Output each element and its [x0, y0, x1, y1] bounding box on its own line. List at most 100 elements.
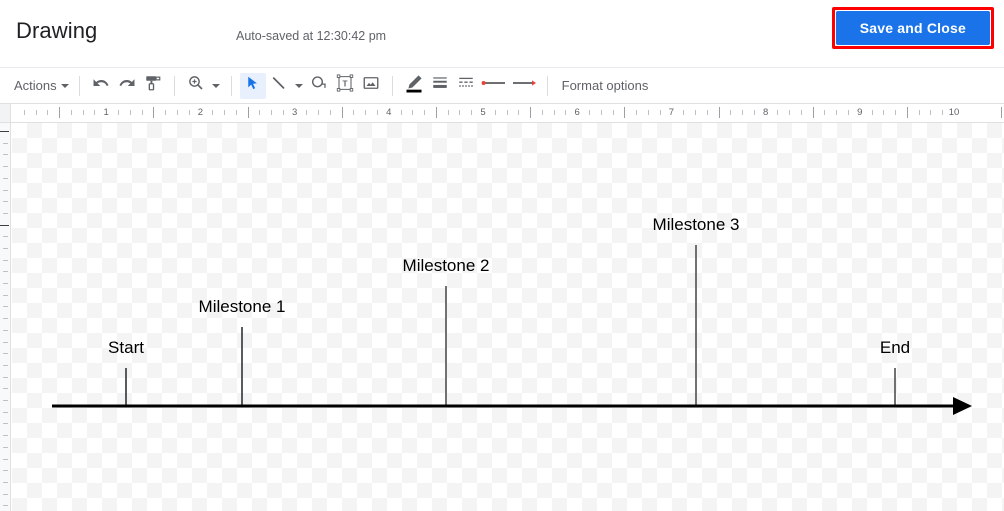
ruler-tick — [70, 110, 72, 115]
line-end-button[interactable] — [509, 73, 539, 99]
ruler-tick — [306, 110, 308, 115]
ruler-number: 10 — [948, 107, 960, 118]
ruler-tick — [3, 295, 8, 296]
save-and-close-button[interactable]: Save and Close — [835, 11, 990, 45]
ruler-tick — [1001, 107, 1003, 118]
ruler-tick — [247, 107, 249, 118]
ruler-tick — [883, 110, 885, 115]
select-tool-button[interactable] — [239, 72, 266, 99]
line-weight-button[interactable] — [427, 73, 453, 99]
ruler-tick — [871, 110, 873, 115]
line-tool-button[interactable] — [266, 73, 292, 99]
ruler-tick — [3, 143, 8, 144]
ruler-tick — [800, 110, 802, 115]
ruler-tick — [659, 110, 661, 115]
image-tool-button[interactable] — [358, 73, 384, 99]
zoom-dropdown-button[interactable] — [209, 73, 223, 99]
ruler-tick — [3, 201, 8, 202]
timeline-diagram[interactable] — [12, 123, 1004, 511]
line-dropdown-button[interactable] — [292, 73, 306, 99]
line-color-button[interactable] — [401, 73, 427, 99]
vertical-ruler[interactable] — [0, 123, 11, 511]
shape-tool-button[interactable] — [306, 73, 332, 99]
line-dash-button[interactable] — [453, 73, 479, 99]
ruler-tick — [3, 306, 8, 307]
ruler-tick — [341, 107, 343, 118]
text-box-icon: T — [336, 74, 354, 97]
ruler-tick — [718, 107, 720, 118]
line-start-button[interactable] — [479, 73, 509, 99]
ruler-tick — [188, 110, 190, 115]
ruler-tick — [553, 110, 555, 115]
ruler-tick — [153, 107, 155, 118]
text-box-tool-button[interactable]: T — [332, 73, 358, 99]
ruler-tick — [742, 110, 744, 115]
ruler-tick — [3, 166, 8, 167]
toolbar-divider — [391, 75, 393, 96]
actions-menu-button[interactable]: Actions — [12, 75, 71, 96]
timeline-event-label[interactable]: Start — [108, 338, 144, 358]
ruler-tick — [612, 110, 614, 115]
timeline-event-label[interactable]: Milestone 2 — [403, 256, 490, 276]
ruler-tick — [588, 110, 590, 115]
ruler-number: 6 — [574, 107, 580, 118]
paint-format-button[interactable] — [140, 73, 166, 99]
ruler-tick — [3, 400, 8, 401]
ruler-tick — [3, 470, 8, 471]
autosave-status: Auto-saved at 12:30:42 pm — [236, 29, 387, 43]
ruler-tick — [3, 178, 8, 179]
ruler-tick — [624, 107, 626, 118]
chevron-down-icon — [211, 83, 220, 88]
timeline-event-label[interactable]: Milestone 1 — [199, 297, 286, 317]
horizontal-ruler[interactable]: 1 2 3 4 5 6 7 8 9 10 — [0, 104, 1004, 123]
format-options-button[interactable]: Format options — [556, 75, 655, 96]
ruler-tick — [918, 110, 920, 115]
ruler-tick — [706, 110, 708, 115]
timeline-arrowhead[interactable] — [953, 397, 972, 415]
ruler-number: 8 — [762, 107, 769, 118]
ruler-number: 7 — [668, 107, 675, 118]
undo-button[interactable] — [88, 73, 114, 99]
redo-button[interactable] — [114, 73, 140, 99]
ruler-tick — [165, 110, 167, 115]
save-and-close-highlight: Save and Close — [831, 7, 994, 49]
ruler-tick — [117, 110, 119, 115]
toolbar-divider — [546, 75, 548, 96]
zoom-button[interactable] — [183, 73, 209, 99]
timeline-event-label[interactable]: Milestone 3 — [653, 215, 740, 235]
ruler-tick — [47, 110, 49, 115]
ruler-tick — [3, 447, 8, 448]
chevron-down-icon — [294, 83, 303, 88]
ruler-tick — [494, 110, 496, 115]
timeline-event-label[interactable]: End — [880, 338, 910, 358]
ruler-tick — [329, 110, 331, 115]
ruler-tick — [212, 110, 214, 115]
ruler-tick — [3, 353, 8, 354]
zoom-icon — [187, 74, 205, 97]
paint-format-icon — [144, 74, 162, 97]
line-weight-icon — [431, 74, 449, 97]
ruler-tick — [141, 110, 143, 115]
ruler-tick — [836, 110, 838, 115]
ruler-tick — [647, 110, 649, 115]
line-end-icon — [511, 76, 537, 95]
ruler-tick — [82, 110, 84, 115]
ruler-tick — [3, 388, 8, 389]
redo-icon — [118, 74, 136, 97]
ruler-tick — [3, 154, 8, 155]
line-color-icon — [404, 73, 424, 98]
ruler-tick — [753, 110, 755, 115]
ruler-tick — [176, 110, 178, 115]
ruler-tick — [282, 110, 284, 115]
ruler-tick — [518, 110, 520, 115]
ruler-tick — [0, 131, 9, 132]
ruler-number: 5 — [480, 107, 486, 118]
ruler-tick — [3, 494, 8, 495]
drawing-canvas[interactable]: Start Milestone 1 Milestone 2 Milestone 3 En… — [12, 123, 1004, 511]
ruler-tick — [3, 271, 8, 272]
ruler-tick — [600, 110, 602, 115]
ruler-tick — [459, 110, 461, 115]
ruler-tick — [3, 248, 8, 249]
ruler-tick — [94, 110, 96, 115]
ruler-number: 2 — [197, 107, 204, 118]
